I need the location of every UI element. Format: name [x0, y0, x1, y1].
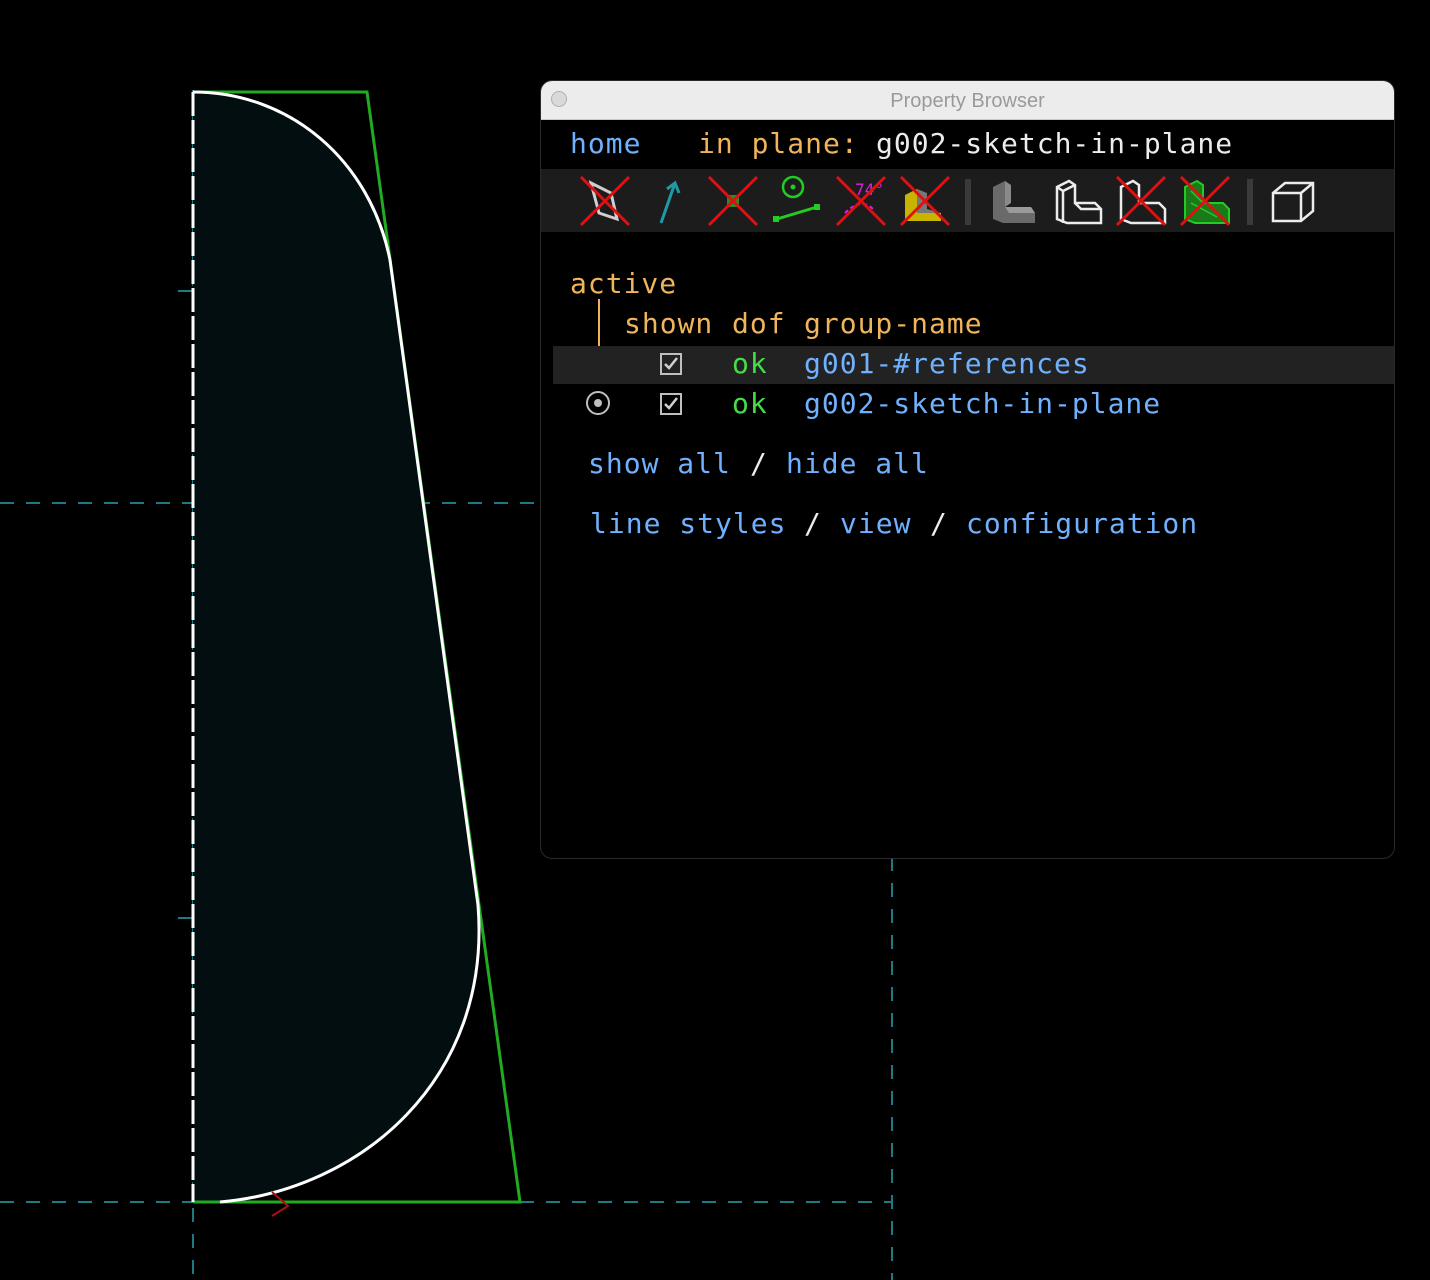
window-title: Property Browser — [890, 90, 1045, 112]
dof-status: ok — [732, 387, 768, 420]
constraints-icon[interactable] — [769, 173, 825, 229]
group-name-link[interactable]: g001-#references — [804, 347, 1090, 380]
shown-checkbox[interactable] — [660, 393, 682, 415]
checkmark-icon — [664, 397, 678, 410]
shown-checkbox[interactable] — [660, 353, 682, 375]
home-link[interactable]: home — [570, 127, 641, 160]
show-all-link[interactable]: show all — [588, 447, 731, 480]
property-browser-window: Property Browser home in plane: g002-ske… — [540, 80, 1395, 859]
in-plane-label: in plane: — [698, 127, 859, 160]
toolbar: 74° — [541, 169, 1394, 232]
outline-hidden-icon[interactable] — [1113, 173, 1169, 229]
normal-arrow-icon[interactable] — [641, 173, 697, 229]
dimension-hidden-icon[interactable]: 74° — [833, 173, 889, 229]
perspective-cube-icon[interactable] — [1265, 173, 1321, 229]
toolbar-separator — [965, 179, 971, 225]
sketch-profile-fill — [193, 92, 480, 1202]
hide-all-link[interactable]: hide all — [786, 447, 929, 480]
toolbar-separator — [1247, 179, 1253, 225]
workplane-hidden-icon[interactable] — [577, 173, 633, 229]
configuration-link[interactable]: configuration — [966, 507, 1198, 540]
titlebar: Property Browser — [541, 81, 1394, 120]
active-label: active — [570, 267, 678, 300]
dof-status: ok — [732, 347, 768, 380]
solid-shaded-icon[interactable] — [985, 173, 1041, 229]
view-link[interactable]: view — [840, 507, 911, 540]
tangent-constraint-mark — [271, 1191, 290, 1217]
line-styles-link[interactable]: line styles — [590, 507, 786, 540]
separator-slash: / — [750, 447, 768, 480]
solid-edges-icon[interactable] — [1049, 173, 1105, 229]
point-hidden-icon[interactable] — [705, 173, 761, 229]
separator-slash: / — [930, 507, 948, 540]
in-plane-value: g002-sketch-in-plane — [876, 127, 1234, 160]
header-group-name: group-name — [804, 307, 983, 340]
checkmark-icon — [664, 357, 678, 370]
active-group-radio[interactable] — [586, 391, 610, 415]
header-dof: dof — [732, 307, 786, 340]
header-shown: shown — [624, 307, 714, 340]
group-name-link[interactable]: g002-sketch-in-plane — [804, 387, 1161, 420]
mesh-hidden-icon[interactable] — [1177, 173, 1233, 229]
separator-slash: / — [804, 507, 822, 540]
construction-hidden-icon[interactable] — [897, 173, 953, 229]
